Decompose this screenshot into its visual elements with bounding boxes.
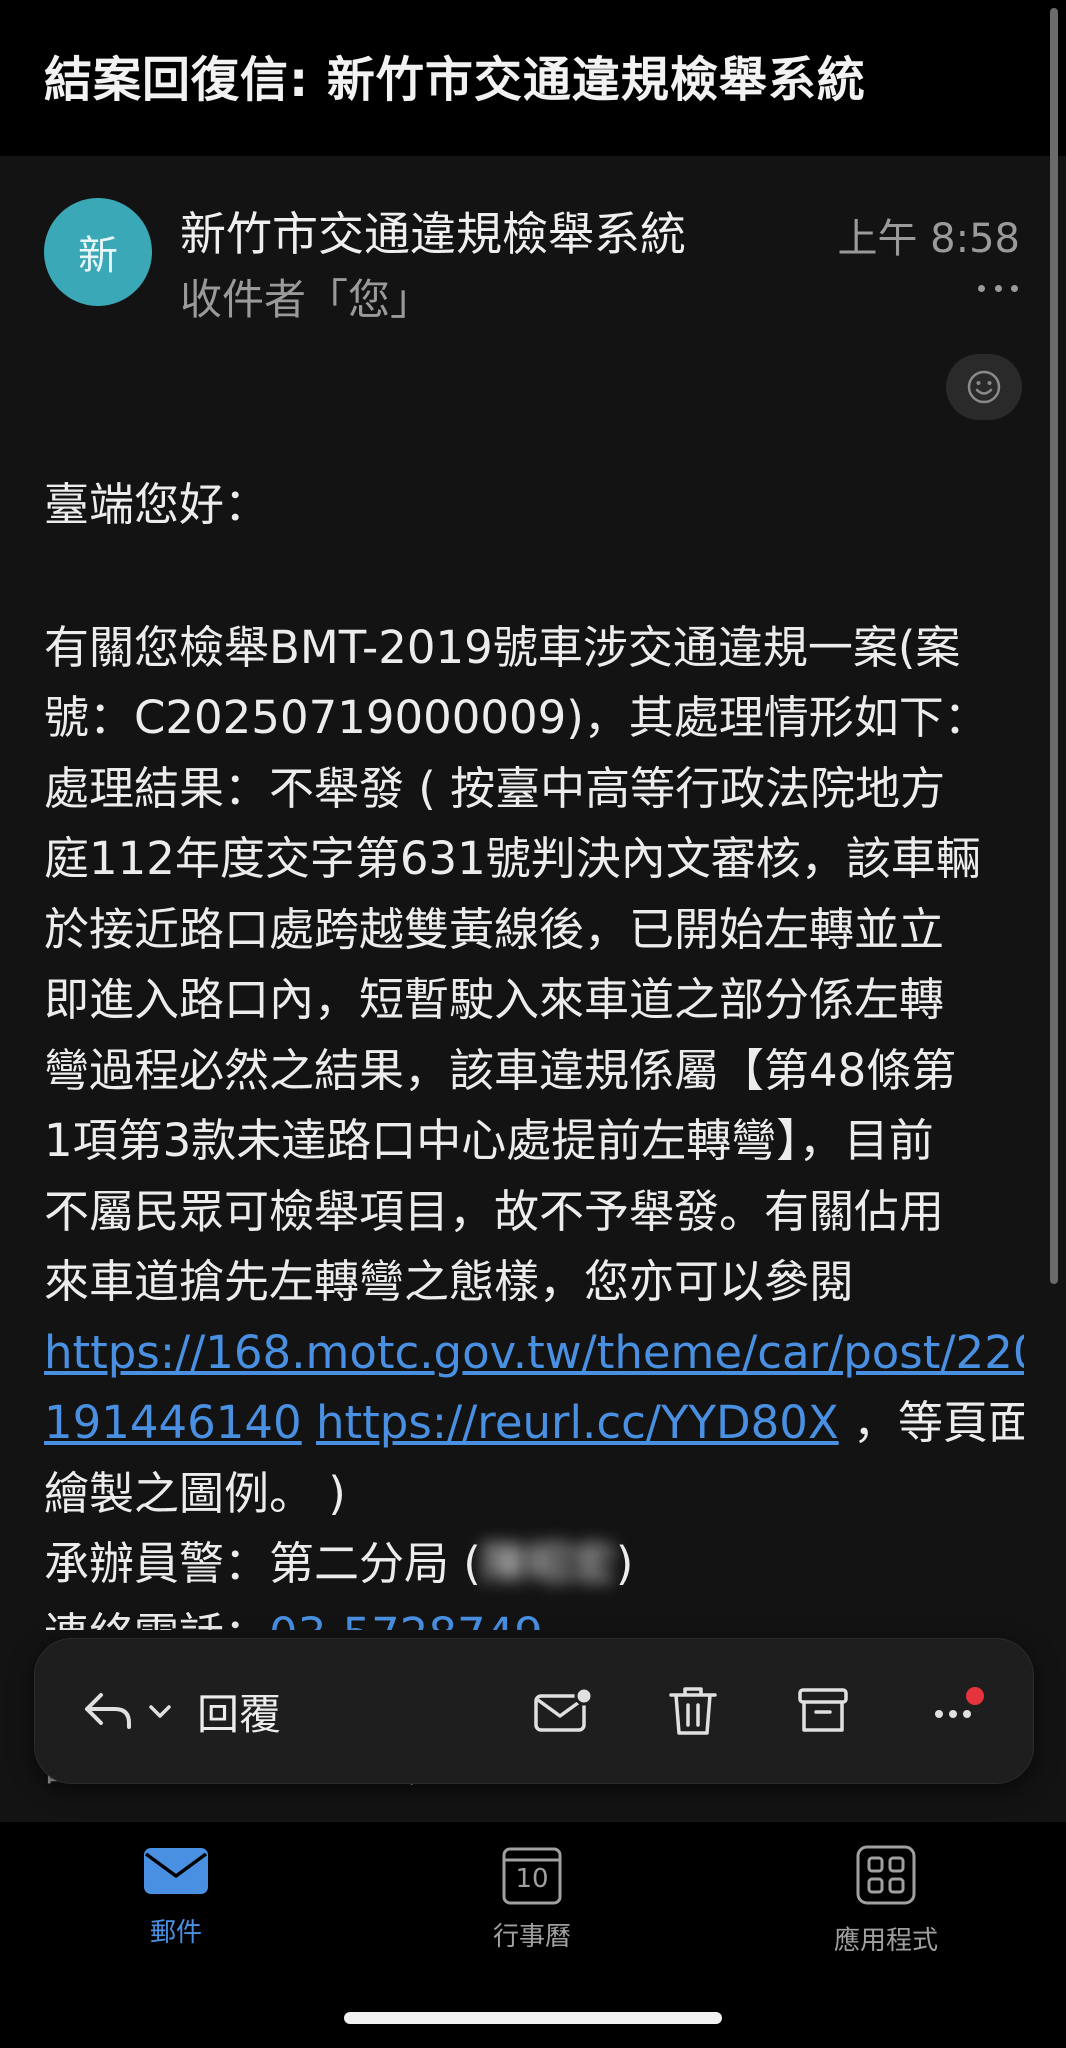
recipient-line[interactable]: 收件者「您」 <box>180 266 432 327</box>
calendar-date: 10 <box>515 1864 549 1894</box>
tab-apps[interactable]: 應用程式 <box>786 1844 986 1957</box>
chevron-down-icon[interactable] <box>145 1696 175 1726</box>
officer-close: ) <box>615 1537 634 1590</box>
more-icon <box>935 1687 984 1718</box>
body-line: 庭112年度交字第631號判決內文審核，該車輛 <box>44 832 981 885</box>
sender-avatar[interactable]: 新 <box>44 198 152 306</box>
mail-unread-icon <box>534 1686 594 1732</box>
body-line: 處理結果：不舉發 ( 按臺中高等行政法院地方 <box>44 761 946 815</box>
received-time: 上午 8:58 <box>837 216 1020 262</box>
reaction-button[interactable] <box>946 354 1022 420</box>
tab-calendar[interactable]: 10 行事曆 <box>432 1844 632 1953</box>
link-line-1: https://168.motc.gov.tw/theme/car/post/2… <box>44 1318 1024 1389</box>
message-action-bar: 回覆 <box>34 1638 1034 1784</box>
message-more-icon[interactable] <box>978 278 1018 298</box>
tab-mail-label: 郵件 <box>149 1918 202 1948</box>
sender-name[interactable]: 新竹市交通違規檢舉系統 <box>180 198 686 264</box>
officer-label: 承辦員警：第二分局 ( <box>44 1537 481 1590</box>
trash-icon <box>669 1687 717 1735</box>
body-line: 來車道搶先左轉彎之態樣，您亦可以參閱 <box>44 1255 855 1308</box>
calendar-icon: 10 <box>501 1844 563 1906</box>
smiley-icon <box>967 370 1001 404</box>
archive-button[interactable] <box>773 1639 873 1783</box>
reurl-link[interactable]: https://reurl.cc/YYD80X <box>316 1396 839 1449</box>
reply-button[interactable]: 回覆 <box>81 1639 281 1783</box>
home-indicator[interactable] <box>344 2012 722 2024</box>
reply-icon <box>85 1693 131 1729</box>
scrollbar[interactable] <box>1050 8 1058 1284</box>
body-line: 不屬民眾可檢舉項目，故不予舉發。有關佔用 <box>44 1184 945 1238</box>
tab-mail[interactable]: 郵件 <box>76 1844 276 1949</box>
link-line-2: 191446140 https://reurl.cc/YYD80X ，等頁面 <box>44 1388 1024 1459</box>
tab-calendar-label: 行事曆 <box>492 1922 571 1952</box>
body-line: 號：C20250719000009)，其處理情形如下： <box>44 691 989 744</box>
delete-button[interactable] <box>643 1639 743 1783</box>
body-line: 有關您檢舉BMT-2019號車涉交通違規一案(案 <box>44 620 961 674</box>
motc-link-cont[interactable]: 191446140 <box>44 1396 302 1449</box>
mark-unread-button[interactable] <box>513 1639 613 1783</box>
notification-dot <box>966 1687 984 1705</box>
greeting: 臺端您好： <box>44 478 270 531</box>
phone-link[interactable]: 03-5728749 <box>269 1608 543 1631</box>
body-line: 於接近路口處跨越雙黃線後，已開始左轉並立 <box>44 902 945 956</box>
phone-label: 連絡電話： <box>44 1608 269 1631</box>
body-line: 1項第3款未達路口中心處提前左轉彎】，目前 <box>44 1114 934 1167</box>
reply-label: 回覆 <box>197 1689 282 1739</box>
apps-icon <box>856 1845 916 1905</box>
mail-icon <box>144 1848 208 1894</box>
phone-line: 連絡電話：03-5728749 <box>44 1600 1024 1631</box>
after-links-text: ，等頁面 <box>853 1396 1024 1449</box>
archive-icon <box>798 1688 848 1732</box>
tab-apps-label: 應用程式 <box>833 1926 938 1956</box>
motc-link[interactable]: https://168.motc.gov.tw/theme/car/post/2… <box>44 1326 1024 1379</box>
email-subject: 結案回復信: 新竹市交通違規檢舉系統 <box>44 52 866 108</box>
body-line: 繪製之圖例。 ) <box>44 1466 346 1520</box>
email-body: 臺端您好： 有關您檢舉BMT-2019號車涉交通違規一案(案 號：C202507… <box>44 470 1024 1630</box>
body-line: 即進入路口內，短暫駛入來車道之部分係左轉 <box>44 973 945 1026</box>
more-actions-button[interactable] <box>905 1639 1005 1783</box>
title-bar: 結案回復信: 新竹市交通違規檢舉系統 <box>0 0 1066 156</box>
officer-line: 承辦員警：第二分局 (陳昭宏) <box>44 1529 1024 1600</box>
officer-name: 陳昭宏 <box>480 1537 616 1590</box>
body-line: 彎過程必然之結果，該車違規係屬【第48條第 <box>44 1043 957 1097</box>
